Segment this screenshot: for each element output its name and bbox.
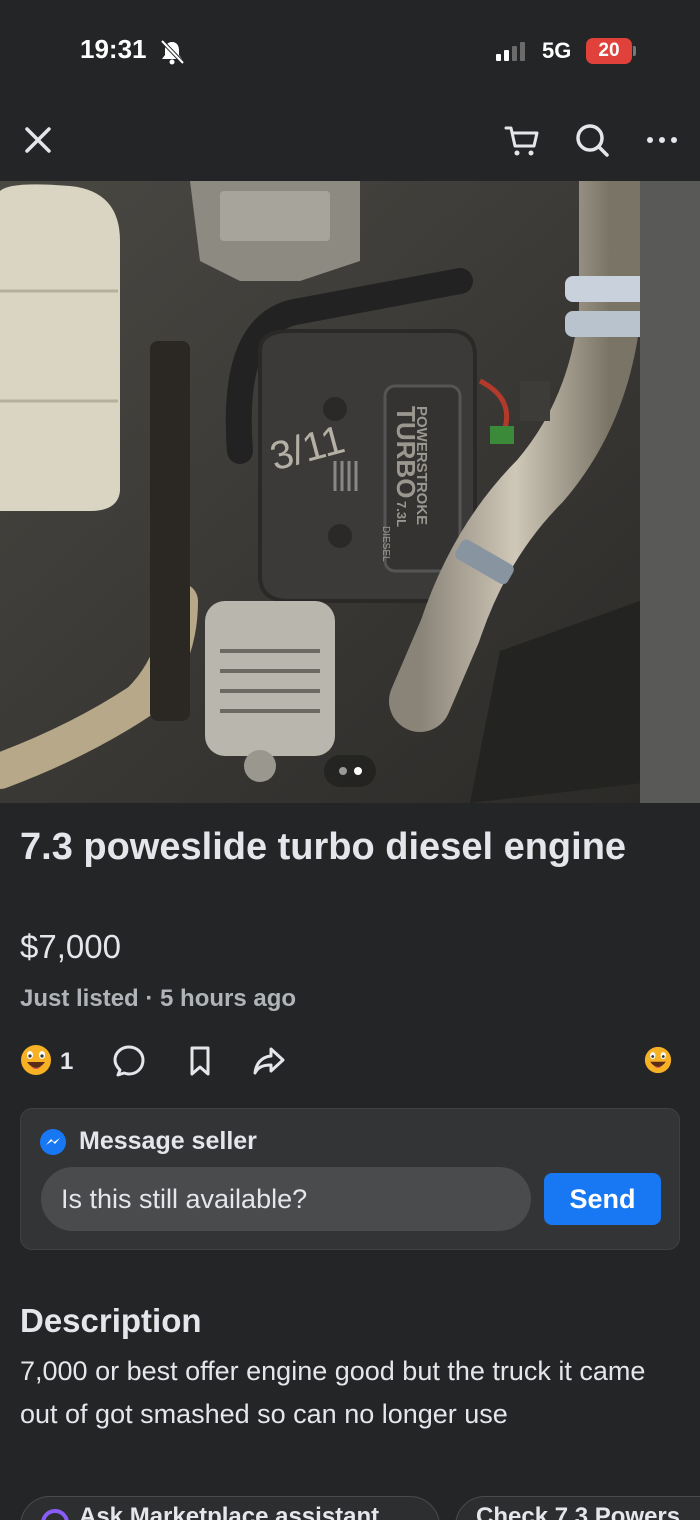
save-icon[interactable]: [183, 1044, 217, 1078]
suggestion-chips: Ask Marketplace assistant Check 7.3 Powe…: [0, 1496, 700, 1520]
pager-dot-1: [338, 767, 347, 775]
more-icon[interactable]: [642, 120, 682, 160]
cart-icon[interactable]: [502, 120, 542, 160]
photo-pager[interactable]: [324, 755, 376, 787]
pager-dot-2: [353, 767, 362, 775]
message-header-label: Message seller: [79, 1127, 257, 1155]
reaction-count: 1: [60, 1048, 74, 1075]
bell-off-icon: [160, 39, 185, 65]
description-heading: Description: [20, 1302, 202, 1339]
network-label: 5G: [542, 38, 572, 63]
comment-icon[interactable]: [112, 1044, 146, 1078]
message-input[interactable]: [41, 1167, 531, 1231]
signal-icon: [496, 41, 525, 61]
reaction-icon[interactable]: [20, 1044, 52, 1076]
status-bar: 19:31 5G 20: [0, 0, 700, 100]
message-header: Message seller: [39, 1127, 257, 1156]
message-seller-card: Message seller Send: [20, 1108, 680, 1250]
status-time: 19:31: [80, 34, 147, 64]
check-chip[interactable]: Check 7.3 Powers: [455, 1496, 700, 1520]
listing-price: $7,000: [20, 928, 121, 965]
battery-cap: [633, 46, 636, 56]
assistant-icon: [41, 1509, 69, 1520]
description-body: 7,000 or best offer engine good but the …: [20, 1356, 646, 1429]
listing-time: Just listed · 5 hours ago: [20, 985, 297, 1012]
ask-assistant-chip[interactable]: Ask Marketplace assistant: [20, 1496, 440, 1520]
engine-label-3: 7.3L: [394, 501, 409, 527]
engine-label-4: DIESEL: [380, 526, 391, 562]
battery-indicator: 20: [586, 38, 632, 64]
check-chip-label: Check 7.3 Powers: [476, 1503, 681, 1520]
listing-photo[interactable]: POWERSTROKE TURBO 7.3L DIESEL 3/11: [0, 181, 700, 803]
close-icon[interactable]: [18, 120, 58, 160]
reaction-emoji-icon[interactable]: [644, 1046, 672, 1074]
listing-title: 7.3 poweslide turbo diesel engine: [20, 826, 627, 868]
engine-illustration: POWERSTROKE TURBO 7.3L DIESEL 3/11: [0, 181, 700, 803]
share-icon[interactable]: [252, 1044, 286, 1078]
nav-bar: [0, 100, 700, 180]
search-icon[interactable]: [572, 120, 612, 160]
messenger-icon: [40, 1128, 66, 1155]
action-row: 1: [0, 1040, 700, 1086]
engine-label-2: TURBO: [391, 406, 421, 498]
ask-assistant-label: Ask Marketplace assistant: [79, 1503, 380, 1520]
send-button[interactable]: Send: [544, 1173, 661, 1225]
